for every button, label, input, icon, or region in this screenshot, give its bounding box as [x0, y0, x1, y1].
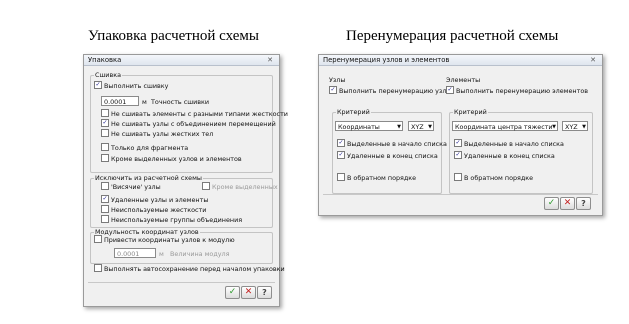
renumber-nodes-checkbox[interactable]: ✓ Выполнить перенумерацию узлов	[329, 86, 454, 95]
sewing-precision-input[interactable]: 0.0001	[101, 96, 139, 106]
modulus-value-input[interactable]: 0.0001	[114, 248, 156, 258]
elements-criterion-label: Критерий	[453, 108, 488, 116]
elements-axis-select[interactable]: XYZ ▼	[562, 121, 588, 131]
help-button[interactable]: ?	[576, 197, 591, 210]
elements-reverse-checkbox[interactable]: В обратном порядке	[454, 173, 533, 182]
opt-diff-stiffness-checkbox[interactable]: Не сшивать элементы с разными типами жес…	[101, 109, 288, 118]
unused-groups-checkbox[interactable]: Неиспользуемые группы объединения	[101, 215, 242, 224]
autosave-checkbox[interactable]: Выполнять автосохранение перед началом у…	[94, 264, 285, 273]
renumber-dialog: Перенумерация узлов и элементов ✕ Узлы ✓…	[318, 54, 603, 216]
checkmark-icon: ✓	[337, 139, 345, 147]
elements-criterion-select[interactable]: Координата центра тяжести ▼	[452, 121, 558, 131]
chevron-down-icon: ▼	[552, 124, 556, 130]
cancel-button[interactable]: ✕	[241, 286, 256, 299]
caption-renumber: Перенумерация расчетной схемы	[346, 28, 559, 44]
opt-rigid-insert-checkbox[interactable]: Не сшивать узлы жестких тел	[101, 129, 213, 138]
nodes-reverse-checkbox[interactable]: В обратном порядке	[337, 173, 416, 182]
ok-button[interactable]: ✓	[225, 286, 240, 299]
pack-dialog-title: Упаковка	[88, 56, 122, 64]
close-icon[interactable]: ✕	[264, 56, 276, 64]
nodes-criterion-label: Критерий	[336, 108, 371, 116]
chevron-down-icon: ▼	[428, 124, 432, 130]
only-fragment-checkbox[interactable]: Только для фрагмента	[101, 143, 188, 152]
checkmark-icon: ✓	[101, 119, 109, 127]
chevron-down-icon: ▼	[397, 124, 401, 130]
exclude-group-label: Исключить из расчетной схемы	[94, 174, 203, 182]
renumber-dialog-title: Перенумерация узлов и элементов	[323, 56, 450, 64]
modulus-value-label: Величина модуля	[170, 250, 230, 258]
checkmark-icon: ✓	[454, 151, 462, 159]
except-selected-sewing-checkbox[interactable]: Кроме выделенных узлов и элементов	[101, 154, 242, 163]
pack-dialog: Упаковка ✕ Сшивка ✓ Выполнить сшивку 0.00…	[83, 54, 288, 307]
elements-group-label: Элементы	[446, 76, 481, 84]
checkmark-icon: ✓	[446, 86, 454, 94]
deleted-nodes-checkbox[interactable]: ✓ Удаленные узлы и элементы	[101, 195, 208, 204]
nodes-deleted-last-checkbox[interactable]: ✓ Удаленные в конец списка	[337, 151, 438, 160]
sewing-group-label: Сшивка	[94, 71, 123, 79]
close-icon[interactable]: ✕	[587, 56, 599, 64]
checkmark-icon: ✓	[329, 86, 337, 94]
except-selected-exclude-checkbox[interactable]: Кроме выделенных	[202, 182, 278, 191]
renumber-elements-checkbox[interactable]: ✓ Выполнить перенумерацию элементов	[446, 86, 588, 95]
button-separator	[323, 194, 598, 195]
help-button[interactable]: ?	[257, 286, 272, 299]
modulus-group-label: Модульность координат узлов	[94, 228, 200, 236]
elements-selected-first-checkbox[interactable]: ✓ Выделенные в начало списка	[454, 139, 564, 148]
chevron-down-icon: ▼	[582, 124, 586, 130]
pack-titlebar[interactable]: Упаковка ✕	[84, 55, 279, 66]
sewing-precision-unit: м	[142, 98, 147, 106]
sewing-precision-label: Точность сшивки	[151, 98, 210, 106]
bring-coords-checkbox[interactable]: Привести координаты узлов к модулю	[94, 235, 235, 244]
unused-stiffness-checkbox[interactable]: Неиспользуемые жесткости	[101, 205, 206, 214]
nodes-axis-select[interactable]: XYZ ▼	[408, 121, 434, 131]
checkmark-icon: ✓	[454, 139, 462, 147]
hanging-nodes-checkbox[interactable]: 'Висячие' узлы	[101, 182, 161, 191]
checkmark-icon: ✓	[337, 151, 345, 159]
elements-deleted-last-checkbox[interactable]: ✓ Удаленные в конец списка	[454, 151, 555, 160]
nodes-criterion-select[interactable]: Координаты ▼	[335, 121, 403, 131]
checkmark-icon: ✓	[101, 195, 109, 203]
ok-button[interactable]: ✓	[544, 197, 559, 210]
caption-pack: Упаковка расчетной схемы	[88, 28, 259, 44]
nodes-group-label: Узлы	[329, 76, 346, 84]
checkmark-icon: ✓	[94, 81, 102, 89]
do-sewing-checkbox[interactable]: ✓ Выполнить сшивку	[94, 81, 168, 90]
nodes-selected-first-checkbox[interactable]: ✓ Выделенные в начало списка	[337, 139, 447, 148]
button-separator	[88, 282, 275, 283]
opt-merged-nodes-checkbox[interactable]: ✓ Не сшивать узлы с объединением перемеще…	[101, 119, 276, 128]
renumber-titlebar[interactable]: Перенумерация узлов и элементов ✕	[319, 55, 602, 66]
cancel-button[interactable]: ✕	[560, 197, 575, 210]
modulus-unit: м	[159, 250, 164, 258]
